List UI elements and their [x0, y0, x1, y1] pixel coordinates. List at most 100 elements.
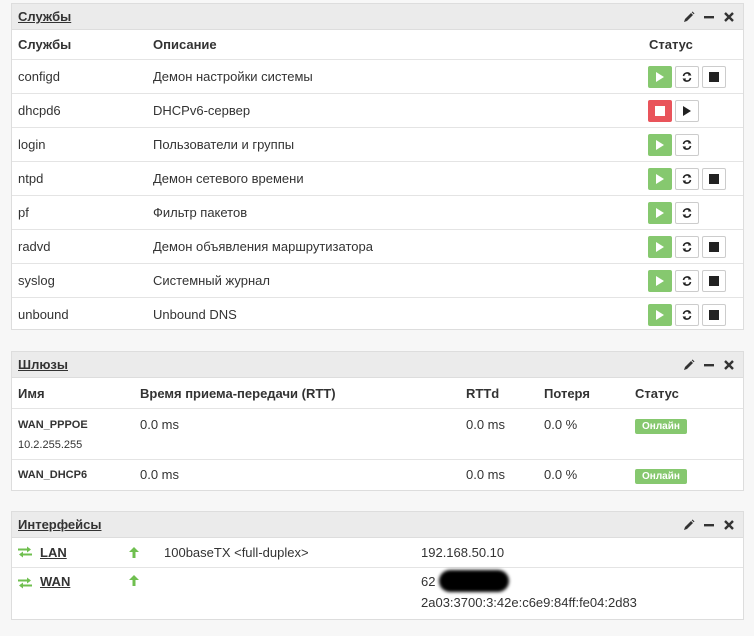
service-row-radvd: radvd Демон объявления маршрутизатора — [12, 230, 743, 264]
close-icon[interactable] — [723, 11, 735, 23]
services-widget-tools — [683, 11, 735, 23]
service-controls — [648, 236, 726, 258]
play-icon — [656, 208, 664, 218]
service-stop-button[interactable] — [702, 270, 726, 292]
status-badge: Онлайн — [635, 469, 687, 484]
service-running-button[interactable] — [648, 236, 672, 258]
service-controls — [648, 202, 699, 224]
service-restart-button[interactable] — [675, 236, 699, 258]
edit-icon[interactable] — [683, 11, 695, 23]
gateway-rttd: 0.0 ms — [466, 467, 506, 482]
service-stop-button[interactable] — [702, 304, 726, 326]
service-description: Системный журнал — [153, 273, 270, 288]
interface-name[interactable]: WAN — [40, 574, 70, 589]
column-header-status: Статус — [635, 386, 679, 401]
interfaces-widget-header: Интерфейсы — [12, 512, 743, 538]
gateways-widget: Шлюзы Имя Время приема-передачи (RTT) RT… — [11, 351, 744, 491]
service-controls — [648, 270, 726, 292]
service-restart-button[interactable] — [675, 304, 699, 326]
service-name: radvd — [18, 239, 51, 254]
gateway-rttd: 0.0 ms — [466, 417, 506, 432]
service-description: Unbound DNS — [153, 307, 237, 322]
column-header-name: Имя — [18, 386, 45, 401]
service-running-button[interactable] — [648, 168, 672, 190]
interface-name[interactable]: LAN — [40, 538, 67, 568]
service-restart-button[interactable] — [675, 202, 699, 224]
gateway-name: WAN_PPPOE — [18, 419, 88, 431]
service-stop-button[interactable] — [702, 168, 726, 190]
service-row-pf: pf Фильтр пакетов — [12, 196, 743, 230]
refresh-icon — [682, 72, 692, 82]
service-description: Пользователи и группы — [153, 137, 295, 152]
stop-icon — [655, 106, 665, 116]
play-icon — [656, 174, 664, 184]
gateway-loss: 0.0 % — [544, 417, 578, 432]
arrow-up-icon — [128, 574, 140, 590]
interface-ipv6: 2a03:3700:3:42e:c6e9:84ff:fe04:2d83 — [421, 595, 637, 610]
interface-ipv4: 192.168.50.10 — [421, 545, 505, 560]
service-stopped-button[interactable] — [648, 100, 672, 122]
service-description: Фильтр пакетов — [153, 205, 248, 220]
service-running-button[interactable] — [648, 304, 672, 326]
service-row-syslog: syslog Системный журнал — [12, 264, 743, 298]
refresh-icon — [682, 140, 692, 150]
minimize-icon[interactable] — [703, 519, 715, 531]
services-widget-title[interactable]: Службы — [18, 9, 71, 24]
service-restart-button[interactable] — [675, 270, 699, 292]
service-restart-button[interactable] — [675, 134, 699, 156]
minimize-icon[interactable] — [703, 359, 715, 371]
play-icon — [656, 242, 664, 252]
service-stop-button[interactable] — [702, 66, 726, 88]
stop-icon — [709, 174, 719, 184]
service-name: syslog — [18, 273, 55, 288]
service-name: configd — [18, 69, 60, 84]
service-stop-button[interactable] — [702, 236, 726, 258]
column-header-rttd: RTTd — [466, 386, 500, 401]
gateway-address: 10.2.255.255 — [18, 439, 83, 451]
services-widget-header: Службы — [12, 4, 743, 30]
service-controls — [648, 134, 699, 156]
service-running-button[interactable] — [648, 66, 672, 88]
close-icon[interactable] — [723, 359, 735, 371]
gateway-rtt: 0.0 ms — [140, 417, 180, 432]
edit-icon[interactable] — [683, 519, 695, 531]
service-controls — [648, 168, 726, 190]
service-running-button[interactable] — [648, 202, 672, 224]
services-widget: Службы Службы Описание Статус configd Де… — [11, 3, 744, 330]
service-row-unbound: unbound Unbound DNS — [12, 298, 743, 332]
interfaces-widget-tools — [683, 519, 735, 531]
service-description: Демон объявления маршрутизатора — [153, 239, 373, 254]
service-start-button[interactable] — [675, 100, 699, 122]
gateways-widget-title[interactable]: Шлюзы — [18, 357, 68, 372]
service-restart-button[interactable] — [675, 66, 699, 88]
exchange-icon — [17, 577, 33, 592]
interface-media: 100baseTX <full-duplex> — [164, 545, 309, 560]
service-running-button[interactable] — [648, 270, 672, 292]
edit-icon[interactable] — [683, 359, 695, 371]
service-description: DHCPv6-сервер — [153, 103, 251, 118]
play-icon — [683, 106, 691, 116]
column-header-status: Статус — [649, 37, 693, 52]
exchange-icon — [17, 546, 33, 561]
service-name: pf — [18, 205, 29, 220]
column-header-description: Описание — [153, 37, 217, 52]
stop-icon — [709, 310, 719, 320]
gateway-loss: 0.0 % — [544, 467, 578, 482]
close-icon[interactable] — [723, 519, 735, 531]
gateways-widget-header: Шлюзы — [12, 352, 743, 378]
service-name: login — [18, 137, 46, 152]
play-icon — [656, 310, 664, 320]
service-restart-button[interactable] — [675, 168, 699, 190]
gateway-row-wan-dhcp6: WAN_DHCP6 0.0 ms 0.0 ms 0.0 % Онлайн — [12, 460, 743, 491]
interfaces-widget-title[interactable]: Интерфейсы — [18, 517, 102, 532]
refresh-icon — [682, 242, 692, 252]
interface-row-wan: WAN 62 2a03:3700:3:42e:c6e9:84ff:fe04:2d… — [12, 568, 743, 620]
play-icon — [656, 276, 664, 286]
minimize-icon[interactable] — [703, 11, 715, 23]
status-badge: Онлайн — [635, 419, 687, 434]
service-row-login: login Пользователи и группы — [12, 128, 743, 162]
gateways-widget-tools — [683, 359, 735, 371]
column-header-rtt: Время приема-передачи (RTT) — [140, 386, 336, 401]
service-running-button[interactable] — [648, 134, 672, 156]
service-row-ntpd: ntpd Демон сетевого времени — [12, 162, 743, 196]
